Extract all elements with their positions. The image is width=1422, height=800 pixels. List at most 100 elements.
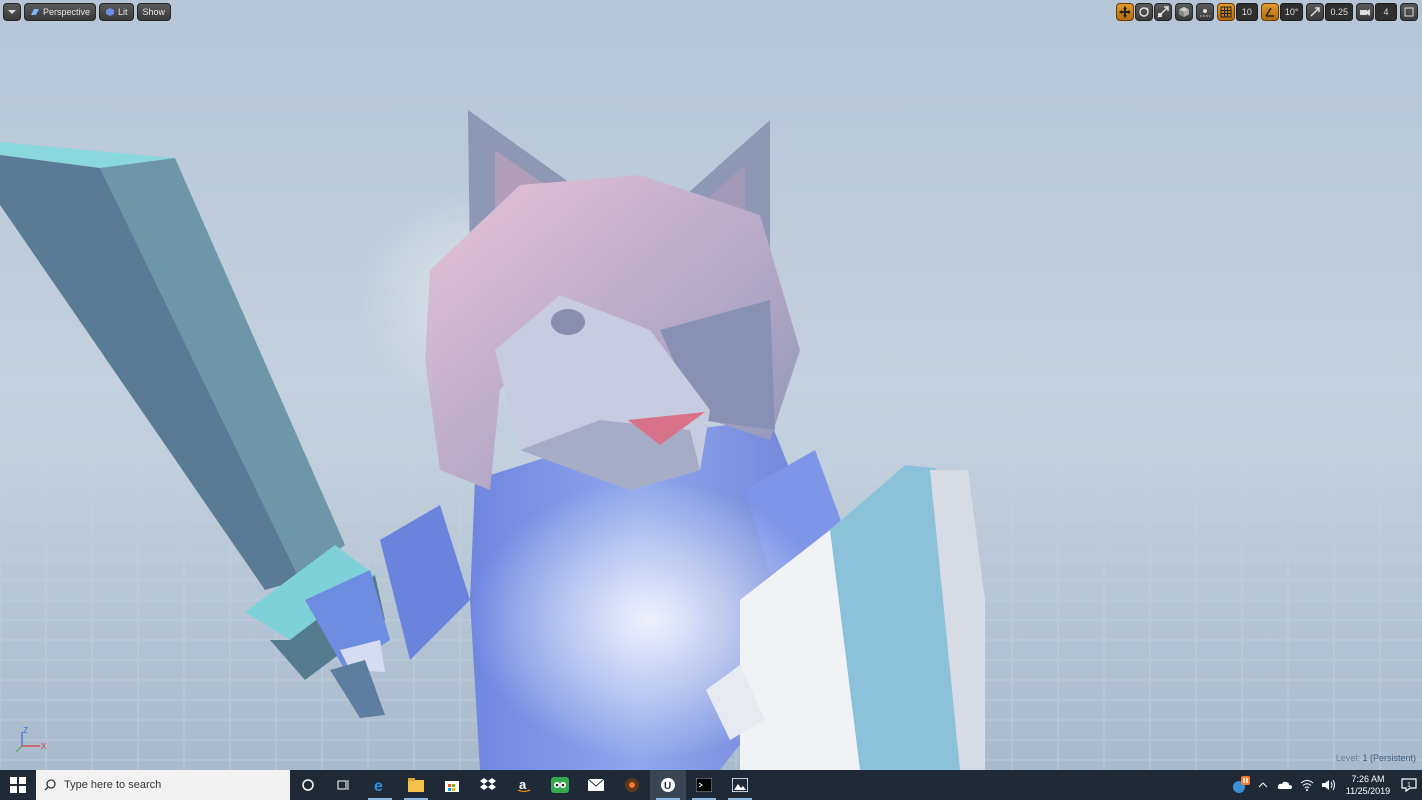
rotation-snap-toggle[interactable] — [1260, 3, 1279, 21]
windows-taskbar: Type here to search e a U 7:26 AM 11/25/… — [0, 770, 1422, 800]
coordinate-system-button[interactable] — [1174, 3, 1193, 21]
search-placeholder: Type here to search — [64, 779, 162, 791]
dropbox-icon — [480, 778, 496, 790]
axis-z-label: Z — [23, 726, 28, 735]
taskbar-app-unreal-engine[interactable]: U — [650, 770, 686, 800]
grid-snap-toggle[interactable] — [1216, 3, 1235, 21]
chevron-up-icon — [1258, 782, 1268, 788]
start-button[interactable] — [0, 770, 36, 800]
task-view-icon — [337, 780, 349, 790]
onedrive-icon — [1277, 781, 1292, 789]
action-center-button[interactable]: 1 — [1396, 770, 1422, 800]
scale-icon — [1157, 6, 1169, 18]
maximize-icon — [1404, 7, 1414, 17]
perspective-label: Perspective — [43, 7, 91, 17]
scale-tool-button[interactable] — [1153, 3, 1172, 21]
show-button[interactable]: Show — [136, 3, 172, 21]
taskbar-app-amazon[interactable]: a — [506, 770, 542, 800]
volume-icon — [1322, 779, 1335, 791]
unreal-engine-icon: U — [661, 778, 675, 792]
taskbar-app-photos[interactable] — [722, 770, 758, 800]
editor-viewport[interactable]: Perspective Lit Show 10 10° 0.25 4 Z X L… — [0, 0, 1422, 770]
lit-label: Lit — [118, 7, 128, 17]
cube-icon — [1178, 7, 1189, 17]
level-prefix: Level: — [1335, 753, 1360, 763]
translate-tool-button[interactable] — [1115, 3, 1134, 21]
tray-onedrive[interactable] — [1274, 770, 1296, 800]
taskbar-app-edge[interactable]: e — [362, 770, 398, 800]
svg-text:U: U — [664, 781, 671, 792]
notification-icon: 1 — [1401, 778, 1417, 793]
search-icon — [44, 779, 56, 791]
chevron-down-icon — [8, 10, 16, 14]
edge-icon: e — [374, 778, 383, 793]
camera-icon — [1360, 9, 1370, 16]
app-badge-icon — [1233, 776, 1250, 793]
surface-snap-button[interactable] — [1195, 3, 1214, 21]
level-name: 1 (Persistent) — [1362, 753, 1416, 763]
windows-logo-icon — [10, 777, 26, 793]
scale-snap-toggle[interactable] — [1306, 3, 1325, 21]
tray-app-badge[interactable] — [1230, 770, 1252, 800]
tripadvisor-icon — [551, 777, 569, 793]
rotation-snap-value[interactable]: 10° — [1279, 3, 1304, 21]
perspective-button[interactable]: Perspective — [24, 3, 97, 21]
camera-speed-button[interactable] — [1356, 3, 1374, 21]
move-icon — [1118, 6, 1131, 18]
taskbar-app-blender[interactable] — [614, 770, 650, 800]
lit-icon — [106, 8, 115, 16]
blender-icon — [625, 778, 639, 792]
grid-snap-group: 10 — [1216, 3, 1258, 21]
show-label: Show — [142, 7, 166, 17]
rotate-tool-button[interactable] — [1134, 3, 1153, 21]
search-box[interactable]: Type here to search — [36, 770, 290, 800]
tray-volume[interactable] — [1318, 770, 1340, 800]
viewport-options-button[interactable] — [3, 3, 21, 21]
system-tray: 7:26 AM 11/25/2019 1 — [1230, 770, 1422, 800]
camera-speed-group: 4 — [1356, 3, 1397, 21]
axis-gizmo: Z X — [15, 726, 47, 753]
tray-network[interactable] — [1296, 770, 1318, 800]
amazon-icon: a — [517, 777, 531, 792]
axis-x-label: X — [41, 742, 47, 751]
taskbar-app-mail[interactable] — [578, 770, 614, 800]
surface-snap-icon — [1199, 9, 1210, 17]
3d-scene[interactable] — [0, 0, 1422, 770]
rotate-icon — [1139, 7, 1149, 17]
cortana-button[interactable] — [290, 770, 326, 800]
cortana-icon — [302, 779, 314, 791]
taskbar-app-file-explorer[interactable] — [398, 770, 434, 800]
file-explorer-icon — [408, 778, 424, 792]
terminal-icon — [696, 778, 712, 792]
level-indicator: Level: 1 (Persistent) — [1336, 753, 1416, 763]
task-view-button[interactable] — [326, 770, 362, 800]
photos-icon — [732, 778, 748, 792]
svg-text:e: e — [374, 778, 383, 793]
scale-snap-group: 0.25 — [1306, 3, 1353, 21]
store-icon — [445, 781, 459, 792]
taskbar-app-terminal[interactable] — [686, 770, 722, 800]
wifi-icon — [1300, 780, 1314, 791]
grid-snap-value[interactable]: 10 — [1235, 3, 1258, 21]
taskbar-app-dropbox[interactable] — [470, 770, 506, 800]
view-mode-button[interactable]: Lit — [99, 3, 134, 21]
show-hidden-icons-button[interactable] — [1252, 770, 1274, 800]
taskbar-app-tripadvisor[interactable] — [542, 770, 578, 800]
scale-snap-icon — [1310, 7, 1321, 17]
clock-date: 11/25/2019 — [1345, 786, 1391, 796]
clock[interactable]: 7:26 AM 11/25/2019 — [1340, 773, 1396, 797]
notification-count: 1 — [1407, 782, 1411, 789]
grid-icon — [1220, 6, 1232, 18]
clock-time: 7:26 AM — [1351, 774, 1385, 784]
camera-speed-value[interactable]: 4 — [1375, 3, 1397, 21]
taskbar-app-store[interactable] — [434, 770, 470, 800]
rotation-snap-group: 10° — [1260, 3, 1304, 21]
transform-tools — [1115, 3, 1172, 21]
mail-icon — [588, 779, 604, 791]
scale-snap-value[interactable]: 0.25 — [1325, 3, 1353, 21]
angle-icon — [1265, 7, 1274, 17]
viewport-right-toolbar: 10 10° 0.25 4 — [1115, 3, 1418, 21]
perspective-icon — [31, 9, 39, 15]
maximize-viewport-button[interactable] — [1400, 3, 1418, 21]
viewport-left-toolbar: Perspective Lit Show — [3, 3, 172, 21]
